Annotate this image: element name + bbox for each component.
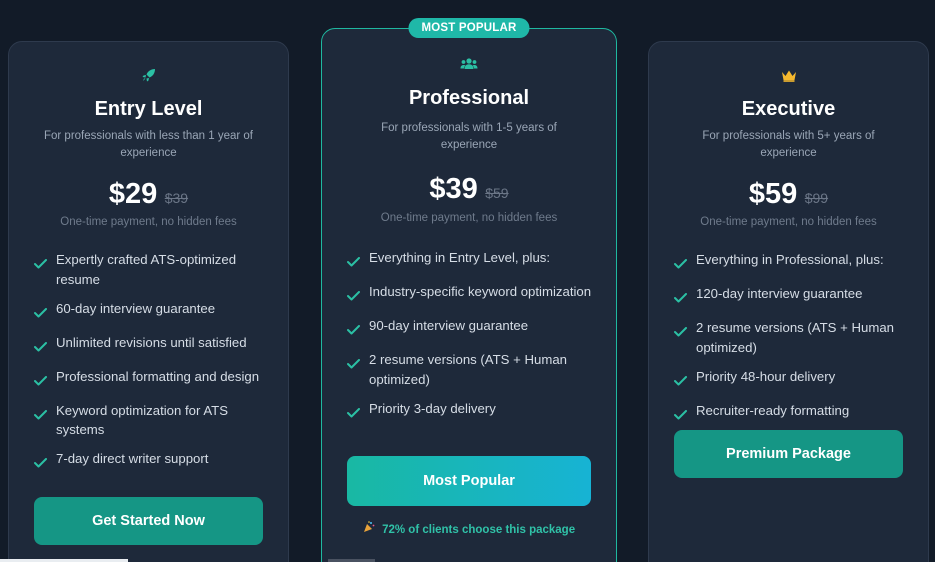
- check-icon: [34, 454, 56, 474]
- price: $29: [108, 178, 158, 210]
- plan-description: For professionals with less than 1 year …: [43, 130, 254, 159]
- feature-text: Priority 48-hour delivery: [696, 368, 836, 384]
- old-price: $39: [164, 190, 189, 206]
- price-row: $39 $59: [322, 173, 616, 206]
- feature-item: 7-day direct writer support: [34, 449, 270, 474]
- check-icon: [34, 372, 56, 392]
- feature-text: 90-day interview guarantee: [369, 318, 529, 333]
- price-note: One-time payment, no hidden fees: [60, 216, 237, 228]
- feature-item: Professional formatting and design: [34, 367, 270, 392]
- price-row: $29 $39: [9, 178, 288, 211]
- client-note-text: 72% of clients choose this package: [382, 524, 576, 536]
- feature-item: 120-day interview guarantee: [674, 284, 910, 309]
- feature-item: Everything in Professional, plus:: [674, 250, 910, 275]
- plan-title: Executive: [741, 98, 836, 120]
- feature-text: Everything in Entry Level, plus:: [369, 250, 551, 265]
- price: $39: [429, 173, 478, 205]
- users-icon: [322, 57, 616, 76]
- feature-item: Keyword optimization for ATS systems: [34, 401, 270, 440]
- feature-item: Priority 3-day delivery: [347, 399, 598, 424]
- feature-text: Keyword optimization for ATS systems: [56, 402, 228, 438]
- price-row: $59 $99: [649, 178, 928, 211]
- check-icon: [674, 255, 696, 275]
- feature-item: Unlimited revisions until satisfied: [34, 333, 270, 358]
- feature-list: Expertly crafted ATS-optimized resume 60…: [34, 250, 270, 483]
- feature-text: 2 resume versions (ATS + Human optimized…: [696, 320, 895, 355]
- feature-text: Unlimited revisions until satisfied: [56, 334, 247, 350]
- feature-text: Priority 3-day delivery: [369, 400, 496, 416]
- check-icon: [347, 253, 369, 273]
- feature-item: 2 resume versions (ATS + Human optimized…: [674, 318, 910, 357]
- pricing-card-executive: Executive For professionals with 5+ year…: [648, 41, 929, 562]
- feature-item: Recruiter-ready formatting: [674, 401, 910, 426]
- old-price: $59: [485, 185, 509, 201]
- feature-item: 60-day interview guarantee: [34, 299, 270, 324]
- check-icon: [34, 406, 56, 426]
- check-icon: [674, 289, 696, 309]
- check-icon: [34, 255, 56, 275]
- feature-text: 120-day interview guarantee: [696, 286, 863, 301]
- check-icon: [347, 404, 369, 424]
- check-icon: [347, 321, 369, 341]
- check-icon: [347, 287, 369, 307]
- get-started-button[interactable]: Get Started Now: [34, 497, 263, 545]
- premium-package-button[interactable]: Premium Package: [674, 430, 903, 478]
- plan-title: Professional: [408, 87, 530, 109]
- check-icon: [34, 338, 56, 358]
- check-icon: [674, 372, 696, 392]
- feature-text: Everything in Professional, plus:: [696, 252, 884, 267]
- price: $59: [748, 178, 798, 210]
- check-icon: [347, 355, 369, 375]
- check-icon: [674, 323, 696, 343]
- client-choice-note: 72% of clients choose this package: [322, 521, 616, 536]
- feature-item: 90-day interview guarantee: [347, 316, 598, 341]
- old-price: $99: [804, 190, 829, 206]
- feature-item: 2 resume versions (ATS + Human optimized…: [347, 350, 598, 389]
- crown-icon: [649, 69, 928, 87]
- feature-text: Industry-specific keyword optimization: [369, 284, 592, 299]
- feature-item: Expertly crafted ATS-optimized resume: [34, 250, 270, 289]
- feature-text: 60-day interview guarantee: [56, 300, 216, 316]
- pricing-card-professional: MOST POPULAR Professional For profession…: [321, 18, 617, 562]
- party-popper-icon: [363, 521, 378, 536]
- feature-list: Everything in Entry Level, plus: Industr…: [347, 248, 598, 433]
- feature-item: Priority 48-hour delivery: [674, 367, 910, 392]
- feature-item: Everything in Entry Level, plus:: [347, 248, 598, 273]
- most-popular-button[interactable]: Most Popular: [347, 456, 591, 506]
- feature-item: Industry-specific keyword optimization: [347, 282, 598, 307]
- pricing-card-entry-level: Entry Level For professionals with less …: [8, 41, 289, 562]
- plan-title: Entry Level: [94, 98, 203, 120]
- feature-text: Recruiter-ready formatting: [696, 402, 850, 418]
- plan-description: For professionals with 5+ years of exper…: [702, 130, 875, 159]
- feature-text: Professional formatting and design: [56, 368, 260, 384]
- feature-text: Expertly crafted ATS-optimized resume: [56, 252, 237, 287]
- feature-text: 2 resume versions (ATS + Human optimized…: [369, 352, 568, 387]
- price-note: One-time payment, no hidden fees: [380, 212, 558, 224]
- most-popular-badge: MOST POPULAR: [408, 18, 530, 38]
- plan-description: For professionals with 1-5 years of expe…: [381, 122, 557, 151]
- feature-text: 7-day direct writer support: [56, 451, 209, 466]
- check-icon: [674, 406, 696, 426]
- price-note: One-time payment, no hidden fees: [700, 216, 877, 228]
- rocket-icon: [9, 67, 288, 88]
- check-icon: [34, 304, 56, 324]
- feature-list: Everything in Professional, plus: 120-da…: [674, 250, 910, 435]
